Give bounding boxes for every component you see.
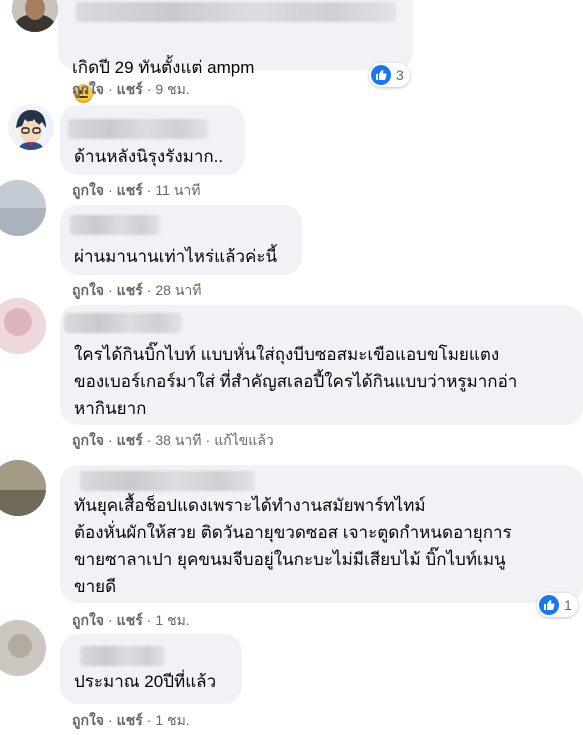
timestamp[interactable]: 38 นาที xyxy=(155,432,201,448)
avatar[interactable] xyxy=(8,104,54,150)
separator: · xyxy=(146,282,152,298)
separator: · xyxy=(108,81,113,97)
separator: · xyxy=(205,432,211,448)
separator: · xyxy=(146,182,152,198)
reaction-number: 1 xyxy=(564,597,572,613)
reply-link[interactable]: แชร์ xyxy=(117,182,143,198)
comment-actions: ถูกใจ · แชร์ · 28 นาที xyxy=(72,280,202,302)
like-link[interactable]: ถูกใจ xyxy=(72,81,104,97)
comment-bubble: ทันยุคเสื้อช็อปแดงเพราะได้ทำงานสมัยพาร์ท… xyxy=(60,465,583,603)
comment-bubble: ใครได้กินบิ๊กไบท์ แบบหั่นใส่ถุงบีบซอสมะเ… xyxy=(60,305,583,425)
comment-actions: ถูกใจ · แชร์ · 9 ชม. xyxy=(72,79,190,101)
comment-text: ทันยุคเสื้อช็อปแดงเพราะได้ทำงานสมัยพาร์ท… xyxy=(74,496,512,596)
avatar[interactable] xyxy=(0,620,46,676)
reaction-count[interactable]: 3 xyxy=(369,63,410,87)
comment-text: ผ่านมานานเท่าไหร่แล้วค่ะนี้ xyxy=(74,247,278,266)
edited-label[interactable]: แก้ไขแล้ว xyxy=(214,432,274,448)
reply-link[interactable]: แชร์ xyxy=(117,712,143,728)
commenter-name[interactable] xyxy=(64,313,182,333)
separator: · xyxy=(108,182,113,198)
comment-text: ใครได้กินบิ๊กไบท์ แบบหั่นใส่ถุงบีบซอสมะเ… xyxy=(74,345,518,418)
comment-text: ประมาณ 20ปีที่แล้ว xyxy=(74,672,217,691)
timestamp[interactable]: 28 นาที xyxy=(155,282,201,298)
reaction-count[interactable]: 1 xyxy=(537,593,578,617)
reply-link[interactable]: แชร์ xyxy=(117,81,143,97)
like-reaction-icon xyxy=(371,65,391,85)
comment-text: ด้านหลังนิรุงรังมาก.. xyxy=(74,147,224,166)
like-link[interactable]: ถูกใจ xyxy=(72,282,104,298)
separator: · xyxy=(146,432,152,448)
avatar[interactable] xyxy=(0,460,46,516)
comment-5: ทันยุคเสื้อช็อปแดงเพราะได้ทำงานสมัยพาร์ท… xyxy=(0,460,583,640)
comment-3: ผ่านมานานเท่าไหร่แล้วค่ะนี้ ถูกใจ · แชร์ · 2… xyxy=(0,180,583,302)
separator: · xyxy=(108,712,113,728)
timestamp[interactable]: 1 ชม. xyxy=(155,712,189,728)
commenter-name[interactable] xyxy=(68,119,208,139)
comment-bubble: ประมาณ 20ปีที่แล้ว xyxy=(60,634,242,704)
comment-1: เกิดปี 29 ทันตั้งแต่ ampm 3 ถูกใจ · แชร์ · 9… xyxy=(0,0,583,103)
commenter-name[interactable] xyxy=(70,215,160,235)
avatar[interactable] xyxy=(0,298,46,354)
reply-link[interactable]: แชร์ xyxy=(117,432,143,448)
avatar[interactable] xyxy=(12,0,58,32)
comment-6: ประมาณ 20ปีที่แล้ว ถูกใจ · แชร์ · 1 ชม. xyxy=(0,620,583,735)
commenter-name[interactable] xyxy=(80,646,165,666)
comment-actions: ถูกใจ · แชร์ · 1 ชม. xyxy=(72,710,190,732)
reaction-number: 3 xyxy=(396,67,404,83)
separator: · xyxy=(108,282,113,298)
comment-4: ใครได้กินบิ๊กไบท์ แบบหั่นใส่ถุงบีบซอสมะเ… xyxy=(0,298,583,460)
like-link[interactable]: ถูกใจ xyxy=(72,712,104,728)
commenter-name[interactable] xyxy=(80,471,255,491)
comment-bubble: ผ่านมานานเท่าไหร่แล้วค่ะนี้ xyxy=(60,205,302,275)
reply-link[interactable]: แชร์ xyxy=(117,282,143,298)
timestamp[interactable]: 9 ชม. xyxy=(155,81,189,97)
like-link[interactable]: ถูกใจ xyxy=(72,432,104,448)
comment-actions: ถูกใจ · แชร์ · 11 นาที xyxy=(72,180,200,202)
timestamp[interactable]: 11 นาที xyxy=(155,182,200,198)
comment-bubble: ด้านหลังนิรุงรังมาก.. xyxy=(60,105,245,175)
comment-bubble: เกิดปี 29 ทันตั้งแต่ ampm xyxy=(58,0,413,103)
separator: · xyxy=(146,712,152,728)
like-link[interactable]: ถูกใจ xyxy=(72,182,104,198)
separator: · xyxy=(108,432,113,448)
like-reaction-icon xyxy=(539,595,559,615)
separator: · xyxy=(146,81,152,97)
comment-actions: ถูกใจ · แชร์ · 38 นาที · แก้ไขแล้ว xyxy=(72,430,274,452)
comment-2: ด้านหลังนิรุงรังมาก.. ถูกใจ · แชร์ · 11 นาที xyxy=(0,100,583,200)
commenter-name[interactable] xyxy=(76,2,396,22)
